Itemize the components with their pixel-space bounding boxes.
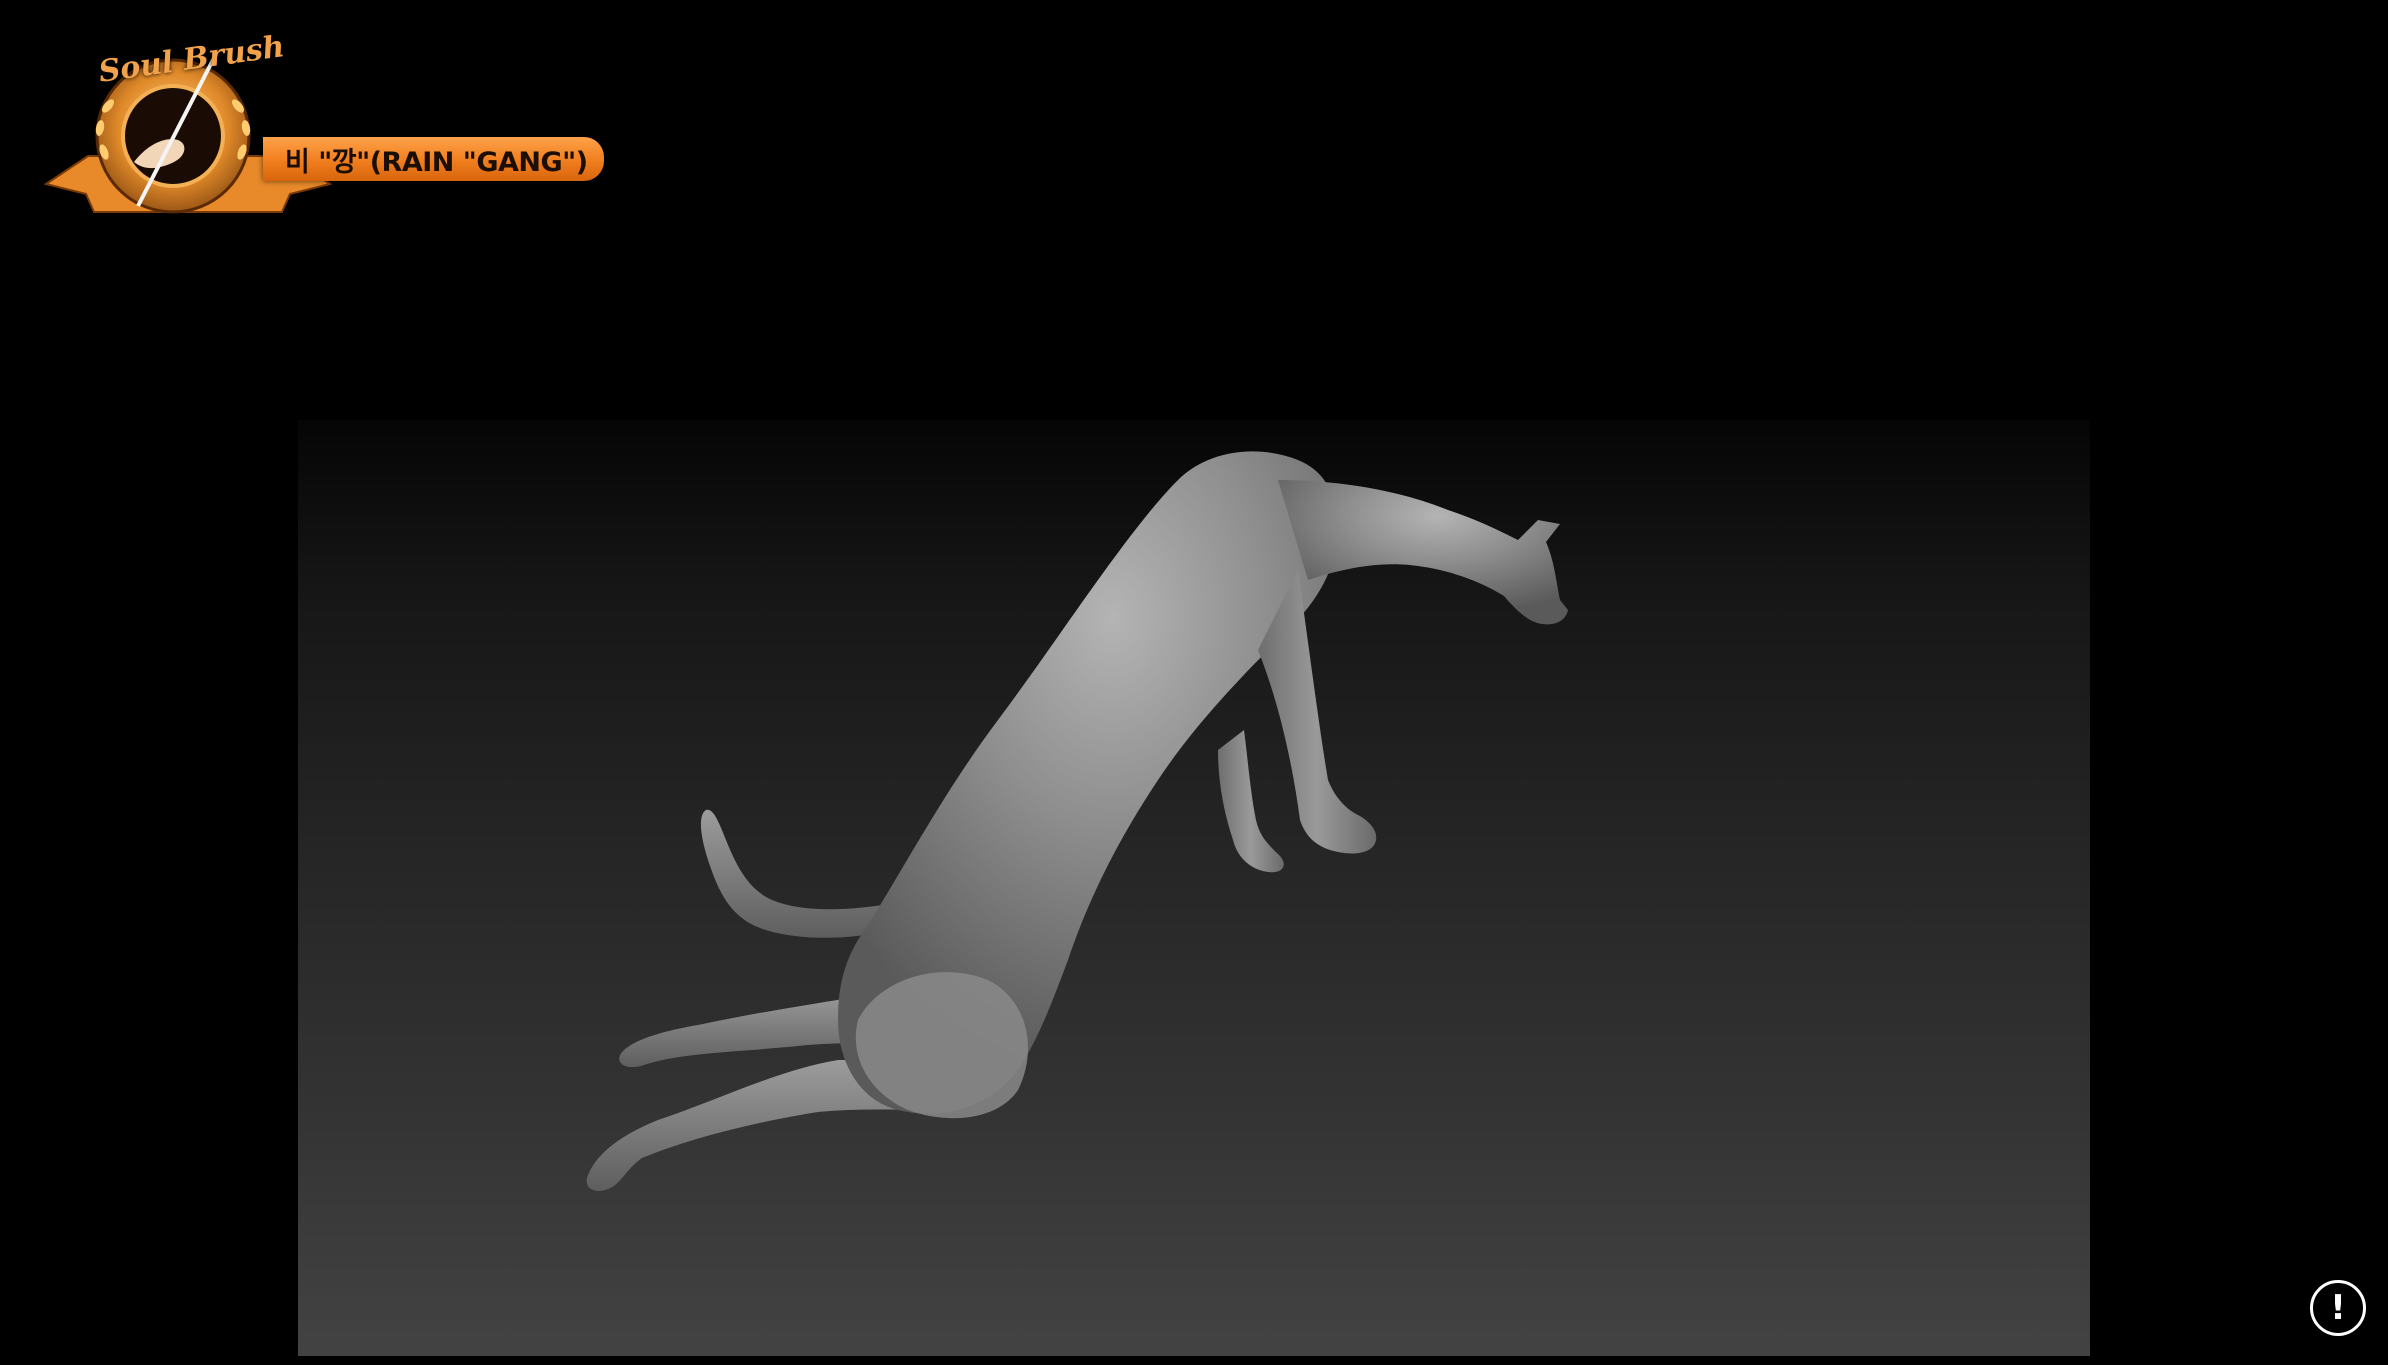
song-title-banner: 비 "깡"(RAIN "GANG") [263, 137, 604, 181]
front-leg-far [1218, 730, 1284, 873]
video-frame: Soul Brush 비 "깡"(RAIN "GANG") ! [0, 0, 2388, 1365]
info-button[interactable]: ! [2310, 1280, 2366, 1336]
song-title-text: 비 "깡"(RAIN "GANG") [285, 146, 588, 178]
channel-logo: Soul Brush 비 "깡"(RAIN "GANG") [38, 29, 604, 236]
exclamation-circle-icon: ! [2330, 1288, 2346, 1328]
cat-sculpt-model [586, 451, 1568, 1191]
sculpt-viewport [298, 420, 2090, 1356]
cat-head [1278, 480, 1568, 625]
